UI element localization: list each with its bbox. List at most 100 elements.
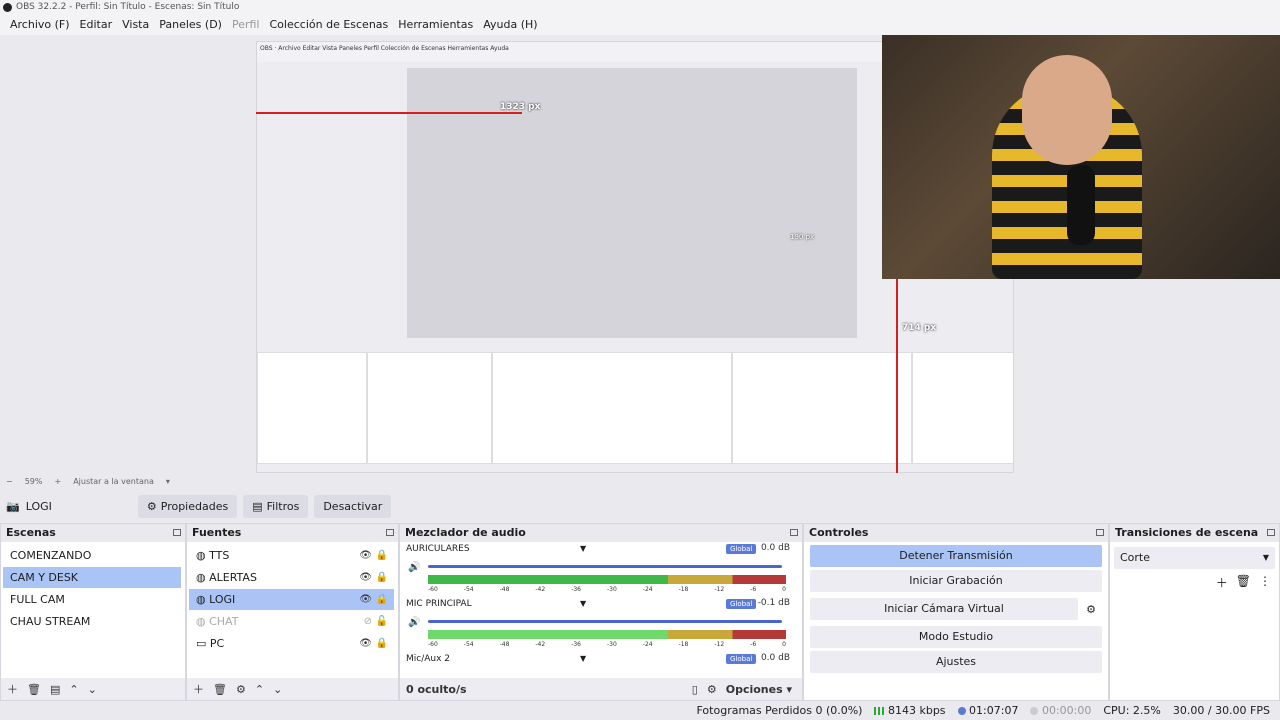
eye-icon[interactable]: 👁 xyxy=(359,633,372,654)
more-options-icon[interactable]: ⋮ xyxy=(1259,574,1271,591)
move-up-icon[interactable]: ⌃ xyxy=(69,683,78,696)
filters-button[interactable]: ▤ Filtros xyxy=(243,494,309,518)
add-source-icon[interactable]: ＋ xyxy=(193,681,204,697)
mixer-options-button[interactable]: Opciones ▾ xyxy=(726,683,792,696)
scene-item[interactable]: COMENZANDO xyxy=(3,545,181,566)
options-label: Opciones xyxy=(725,682,783,696)
zoom-plus-icon[interactable]: + xyxy=(54,477,61,486)
scenes-dock: Escenas COMENZANDO CAM Y DESK FULL CAM C… xyxy=(0,523,186,701)
layout-icon[interactable]: ▯ xyxy=(692,683,698,696)
browser-icon: ◍ xyxy=(196,549,206,562)
controls-header: Controles xyxy=(804,524,1108,542)
stop-stream-button[interactable]: Detener Transmisión xyxy=(810,545,1102,567)
lock-icon[interactable]: 🔒 xyxy=(376,545,388,566)
eye-icon[interactable]: 👁 xyxy=(359,567,372,588)
channel-badge: Global xyxy=(726,599,757,609)
menu-herramientas[interactable]: Herramientas xyxy=(393,15,478,35)
source-label: TTS xyxy=(209,549,230,562)
lock-icon[interactable]: 🔒 xyxy=(376,567,388,588)
source-item[interactable]: ◍ CHAT ⊘ 🔓 xyxy=(189,611,394,632)
mixer-header: Mezclador de audio xyxy=(400,524,802,542)
record-icon xyxy=(1030,707,1039,715)
scene-item[interactable]: CAM Y DESK xyxy=(3,567,181,588)
deactivate-button[interactable]: Desactivar xyxy=(314,494,392,518)
scale-tick: -12 xyxy=(714,641,725,648)
fit-to-window[interactable]: Ajustar a la ventana xyxy=(73,477,154,486)
virtual-camera-settings-icon[interactable]: ⚙ xyxy=(1080,603,1102,616)
undock-icon[interactable] xyxy=(386,529,394,536)
remove-source-icon[interactable]: 🗑 xyxy=(213,683,227,696)
transition-select[interactable]: Corte ▼ xyxy=(1114,547,1275,569)
scene-item[interactable]: CHAU STREAM xyxy=(3,611,181,632)
menu-vista[interactable]: Vista xyxy=(117,15,154,35)
undock-icon[interactable] xyxy=(1267,529,1275,536)
sources-dock: Fuentes ◍ TTS 👁 🔒 ◍ ALERTAS 👁 🔒 ◍ LOGI 👁… xyxy=(186,523,399,701)
mixer-settings-icon[interactable]: ⚙ xyxy=(707,683,717,696)
meter-scale: -60 -54 -48 -42 -36 -30 -24 -18 -12 -6 0 xyxy=(428,641,786,648)
source-properties-icon[interactable]: ⚙ xyxy=(236,683,246,696)
scene-filters-icon[interactable]: ▤ xyxy=(50,683,60,696)
menu-ayuda[interactable]: Ayuda (H) xyxy=(478,15,542,35)
scale-tick: -30 xyxy=(606,641,617,648)
webcam-source[interactable] xyxy=(882,35,1280,279)
start-virtual-camera-button[interactable]: Iniciar Cámara Virtual xyxy=(810,598,1078,620)
move-up-icon[interactable]: ⌃ xyxy=(255,683,264,696)
source-label: LOGI xyxy=(209,593,236,606)
menu-coleccion-escenas[interactable]: Colección de Escenas xyxy=(265,15,394,35)
zoom-level[interactable]: 59% xyxy=(25,477,43,486)
scale-tick: -36 xyxy=(571,586,581,593)
menu-paneles[interactable]: Paneles (D) xyxy=(154,15,227,35)
dropped-frames: Fotogramas Perdidos 0 (0.0%) xyxy=(696,704,863,717)
nested-mixer-dock xyxy=(492,352,732,464)
scale-tick: -42 xyxy=(535,586,546,593)
speaker-icon[interactable]: 🔊 xyxy=(408,617,420,628)
source-item[interactable]: ◍ ALERTAS 👁 🔒 xyxy=(189,567,394,588)
chevron-down-icon[interactable]: ▼ xyxy=(580,599,586,608)
volume-slider[interactable] xyxy=(428,565,782,568)
eye-icon[interactable]: 👁 xyxy=(359,545,372,566)
settings-button[interactable]: Ajustes xyxy=(810,651,1102,673)
fps: 30.00 / 30.00 FPS xyxy=(1172,704,1270,717)
zoom-minus-icon[interactable]: − xyxy=(6,477,13,486)
microphone-icon xyxy=(1067,165,1095,245)
unlock-icon[interactable]: 🔓 xyxy=(376,611,388,632)
menu-archivo[interactable]: Archivo (F) xyxy=(5,15,75,35)
browser-icon: ◍ xyxy=(196,615,206,628)
eye-icon[interactable]: 👁 xyxy=(359,589,372,610)
source-item[interactable]: ◍ LOGI 👁 🔒 xyxy=(189,589,394,610)
source-toolbar: 📷 LOGI ⚙ Propiedades ▤ Filtros Desactiva… xyxy=(0,491,1280,521)
speaker-icon[interactable]: 🔊 xyxy=(408,562,420,573)
move-down-icon[interactable]: ⌄ xyxy=(88,683,97,696)
controls-dock: Controles Detener Transmisión Iniciar Gr… xyxy=(803,523,1109,701)
move-down-icon[interactable]: ⌄ xyxy=(273,683,282,696)
remove-transition-icon[interactable]: 🗑 xyxy=(1236,574,1251,591)
undock-icon[interactable] xyxy=(790,529,798,536)
source-item[interactable]: ▭ PC 👁 🔒 xyxy=(189,633,394,654)
studio-mode-button[interactable]: Modo Estudio xyxy=(810,626,1102,648)
remove-scene-icon[interactable]: 🗑 xyxy=(27,683,41,696)
scene-item[interactable]: FULL CAM xyxy=(3,589,181,610)
scale-tick: -6 xyxy=(750,586,757,593)
source-item[interactable]: ◍ TTS 👁 🔒 xyxy=(189,545,394,566)
eye-hidden-icon[interactable]: ⊘ xyxy=(364,611,372,632)
scale-tick: -54 xyxy=(463,641,474,648)
lock-icon[interactable]: 🔒 xyxy=(376,589,388,610)
properties-label: Propiedades xyxy=(160,499,229,513)
add-transition-icon[interactable]: ＋ xyxy=(1216,574,1228,591)
lock-icon[interactable]: 🔒 xyxy=(376,633,388,654)
undock-icon[interactable] xyxy=(173,529,181,536)
start-record-button[interactable]: Iniciar Grabación xyxy=(810,570,1102,592)
chevron-down-icon[interactable]: ▼ xyxy=(580,544,586,553)
undock-icon[interactable] xyxy=(1096,529,1104,536)
transition-selected: Corte xyxy=(1120,551,1151,564)
channel-name: AURICULARES xyxy=(406,544,470,554)
preview-canvas[interactable]: OBS · Archivo Editar Vista Paneles Perfi… xyxy=(0,35,1280,473)
menu-editar[interactable]: Editar xyxy=(75,15,118,35)
sources-toolbar: ＋ 🗑 ⚙ ⌃ ⌄ xyxy=(187,678,398,700)
chevron-down-icon[interactable]: ▼ xyxy=(580,654,586,663)
properties-button[interactable]: ⚙ Propiedades xyxy=(137,494,238,518)
source-label: PC xyxy=(209,637,225,650)
chevron-down-icon[interactable]: ▾ xyxy=(166,477,170,486)
volume-slider[interactable] xyxy=(428,620,782,623)
add-scene-icon[interactable]: ＋ xyxy=(7,681,18,697)
